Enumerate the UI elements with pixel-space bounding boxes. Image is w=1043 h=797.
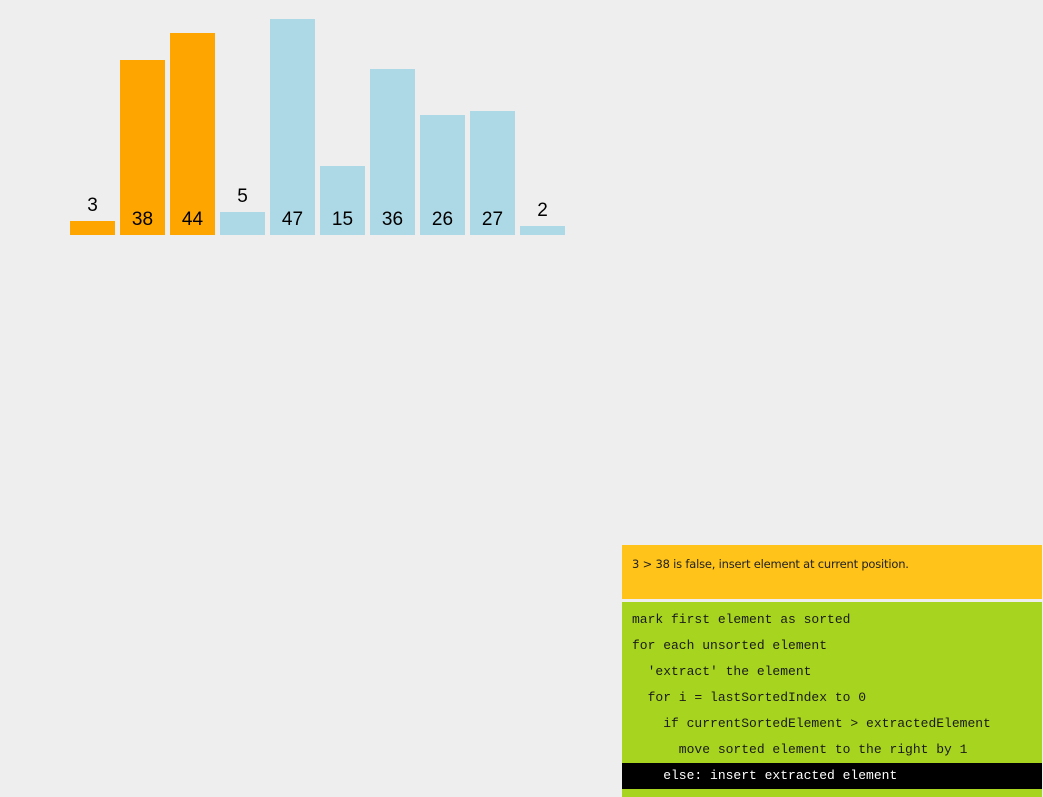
status-message: 3 > 38 is false, insert element at curre… (632, 557, 909, 571)
bar-value-label: 2 (537, 199, 548, 221)
bar-value-label: 3 (87, 195, 98, 217)
bar-value-label: 44 (181, 209, 204, 230)
code-line-move-right: move sorted element to the right by 1 (632, 742, 968, 757)
array-bar (70, 221, 115, 235)
array-bar (170, 32, 215, 235)
array-bar (220, 212, 265, 235)
bar-value-label: 47 (281, 209, 304, 230)
pseudocode-panel: mark first element as sorted for each un… (622, 602, 1042, 797)
array-bar (520, 225, 565, 235)
status-panel: 3 > 38 is false, insert element at curre… (622, 545, 1042, 599)
code-line-for-each: for each unsorted element (632, 638, 828, 653)
code-line-mark-sorted: mark first element as sorted (632, 612, 851, 627)
bar-array: 3 38 44 5 47 15 36 26 27 2 (0, 0, 600, 250)
array-bar (270, 18, 315, 235)
code-line-extract: 'extract' the element (632, 664, 812, 679)
bar-value-label: 38 (131, 209, 154, 230)
code-line-else-insert: else: insert extracted element (622, 763, 1042, 789)
code-line-for-i: for i = lastSortedIndex to 0 (632, 690, 867, 705)
bar-value-label: 27 (481, 209, 504, 230)
bar-value-label: 26 (431, 209, 454, 230)
bar-value-label: 5 (237, 186, 248, 207)
visualization-stage: 3 38 44 5 47 15 36 26 27 2 3 > 38 is false, inser… (0, 0, 1043, 797)
bar-value-label: 36 (381, 209, 404, 230)
code-line-if-compare: if currentSortedElement > extractedEleme… (632, 716, 991, 731)
bar-value-label: 15 (331, 209, 354, 230)
